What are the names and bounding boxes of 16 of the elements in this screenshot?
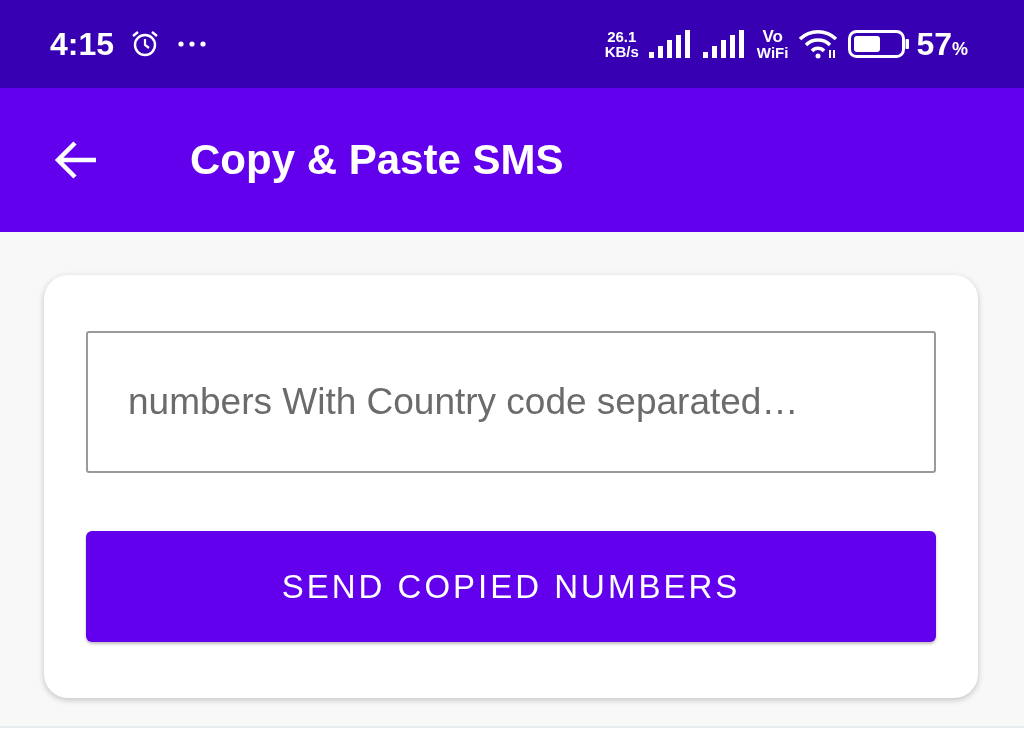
- clock-time: 4:15: [50, 25, 115, 63]
- percent-sign: %: [952, 38, 968, 60]
- signal-icon: [702, 30, 747, 58]
- wifi-icon: [798, 29, 839, 59]
- network-speed: 26.1: [607, 29, 637, 44]
- back-arrow-icon[interactable]: [54, 140, 98, 180]
- send-copied-numbers-button[interactable]: SEND COPIED NUMBERS: [86, 531, 936, 642]
- more-notifications-icon: [178, 41, 207, 47]
- numbers-input-field[interactable]: numbers With Country code separated…: [86, 331, 936, 473]
- battery-percent: 57: [916, 25, 952, 63]
- screen-title: Copy & Paste SMS: [190, 136, 564, 184]
- volte-label: Vo: [762, 28, 783, 45]
- wifi-calling-label: WiFi: [756, 45, 789, 60]
- battery-icon: [848, 30, 911, 58]
- network-speed-unit: KB/s: [604, 44, 639, 59]
- signal-icon: [648, 30, 693, 58]
